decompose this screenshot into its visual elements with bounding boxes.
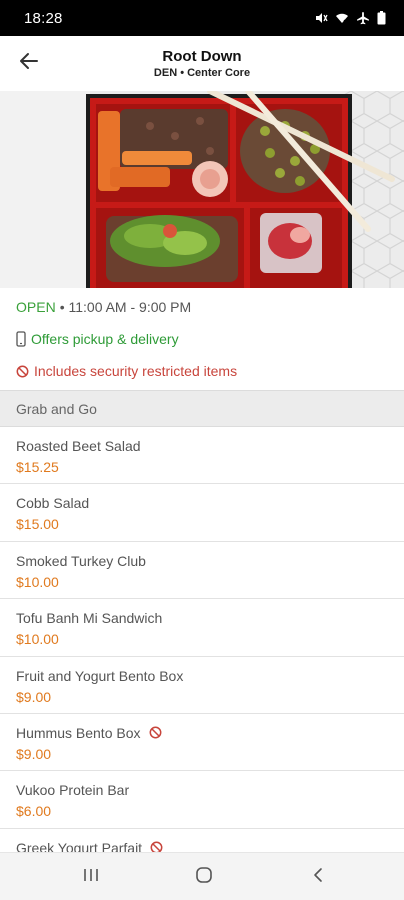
status-time: 18:28 — [24, 9, 63, 27]
wifi-icon — [335, 11, 349, 25]
menu-item[interactable]: Smoked Turkey Club $10.00 — [0, 542, 404, 600]
section-header: Grab and Go — [0, 390, 404, 427]
item-price: $10.00 — [16, 631, 59, 648]
menu-item[interactable]: Hummus Bento Box $9.00 — [0, 714, 404, 772]
item-price: $15.25 — [16, 459, 59, 475]
item-price: $9.00 — [16, 745, 52, 762]
item-name: Vukoo Protein Bar — [16, 782, 130, 799]
system-back-button[interactable] — [306, 865, 330, 889]
battery-icon — [377, 11, 386, 25]
menu-list: Roasted Beet Salad $15.25 Cobb Salad $15… — [0, 427, 404, 887]
header-titles: Root Down DEN • Center Core — [0, 48, 404, 79]
mute-icon — [314, 11, 328, 25]
item-price: $9.00 — [16, 688, 52, 705]
navigation-bar — [0, 852, 404, 900]
phone-icon — [16, 331, 26, 347]
recents-icon — [82, 867, 100, 888]
item-name: Fruit and Yogurt Bento Box — [16, 667, 184, 684]
home-icon — [195, 866, 213, 889]
item-price: $15.00 — [16, 516, 59, 533]
menu-item[interactable]: Fruit and Yogurt Bento Box $9.00 — [0, 657, 404, 714]
page-subtitle: DEN • Center Core — [153, 67, 251, 79]
item-name: Cobb Salad — [16, 495, 90, 512]
item-name: Smoked Turkey Club — [16, 552, 146, 569]
item-name: Tofu Banh Mi Sandwich — [16, 610, 163, 627]
pickup-row: Offers pickup & delivery — [16, 331, 179, 347]
item-price: $10.00 — [16, 573, 59, 590]
menu-item[interactable]: Roasted Beet Salad $15.25 — [0, 427, 404, 485]
security-row: Includes security restricted items — [16, 363, 237, 379]
recents-button[interactable] — [79, 865, 103, 889]
back-icon — [312, 867, 324, 888]
hours-text: • 11:00 AM - 9:00 PM — [59, 299, 192, 315]
item-name: Roasted Beet Salad — [16, 438, 141, 454]
app-header: Root Down DEN • Center Core — [0, 36, 404, 91]
prohibited-icon — [149, 726, 162, 739]
home-button[interactable] — [192, 865, 216, 889]
airplane-icon — [356, 11, 370, 25]
hero-image — [0, 91, 404, 288]
item-name: Hummus Bento Box — [16, 725, 162, 741]
menu-item[interactable]: Cobb Salad $15.00 — [0, 484, 404, 542]
open-status: OPEN — [16, 299, 56, 315]
menu-item[interactable]: Tofu Banh Mi Sandwich $10.00 — [0, 599, 404, 657]
page-title: Root Down — [162, 48, 242, 65]
hours-row: OPEN • 11:00 AM - 9:00 PM — [16, 299, 191, 315]
menu-item[interactable]: Vukoo Protein Bar $6.00 — [0, 771, 404, 829]
pickup-text: Offers pickup & delivery — [31, 331, 179, 347]
restaurant-info: OPEN • 11:00 AM - 9:00 PM Offers pickup … — [0, 288, 404, 389]
status-bar: 18:28 — [0, 0, 404, 36]
security-text: Includes security restricted items — [34, 363, 238, 379]
item-price: $6.00 — [16, 803, 52, 820]
prohibited-icon — [16, 365, 29, 378]
status-icons — [314, 11, 386, 25]
